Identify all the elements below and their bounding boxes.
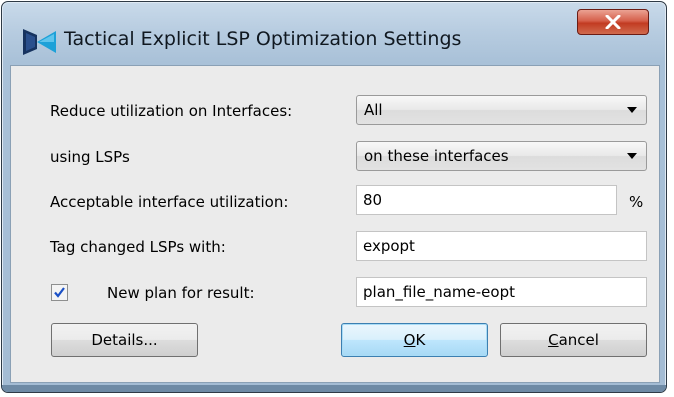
close-icon	[605, 15, 621, 29]
title-bar[interactable]: Tactical Explicit LSP Optimization Setti…	[2, 2, 666, 55]
window-bottom-border	[2, 385, 666, 392]
percent-unit: %	[629, 193, 644, 211]
chevron-down-icon	[627, 107, 637, 113]
using-lsps-label: using LSPs	[50, 148, 130, 166]
details-button[interactable]: Details...	[51, 323, 198, 357]
cancel-button[interactable]: Cancel	[500, 323, 647, 357]
interfaces-dropdown-value: All	[364, 101, 383, 119]
new-plan-checkbox[interactable]	[51, 284, 68, 301]
lsps-dropdown[interactable]: on these interfaces	[356, 141, 647, 171]
window-title: Tactical Explicit LSP Optimization Setti…	[64, 28, 462, 50]
dialog-content: Reduce utilization on Interfaces: All us…	[10, 65, 660, 383]
chevron-down-icon	[627, 153, 637, 159]
ok-button-label: OK	[403, 331, 426, 349]
lsps-dropdown-value: on these interfaces	[364, 147, 509, 165]
interfaces-dropdown[interactable]: All	[356, 95, 647, 125]
reduce-utilization-label: Reduce utilization on Interfaces:	[50, 102, 293, 120]
dialog-window: Tactical Explicit LSP Optimization Setti…	[1, 1, 667, 393]
app-logo-icon	[23, 29, 56, 55]
ok-button[interactable]: OK	[341, 323, 488, 357]
new-plan-input[interactable]	[357, 278, 646, 306]
new-plan-label: New plan for result:	[107, 284, 255, 302]
details-button-label: Details...	[91, 331, 158, 349]
tag-input[interactable]	[357, 232, 646, 260]
utilization-field[interactable]	[356, 185, 617, 215]
tag-lsps-label: Tag changed LSPs with:	[50, 238, 226, 256]
utilization-label: Acceptable interface utilization:	[50, 193, 289, 211]
new-plan-field[interactable]	[356, 277, 647, 307]
cancel-button-label: Cancel	[548, 331, 599, 349]
checkmark-icon	[54, 287, 65, 298]
utilization-input[interactable]	[357, 186, 616, 214]
close-button[interactable]	[577, 9, 649, 35]
tag-field[interactable]	[356, 231, 647, 261]
